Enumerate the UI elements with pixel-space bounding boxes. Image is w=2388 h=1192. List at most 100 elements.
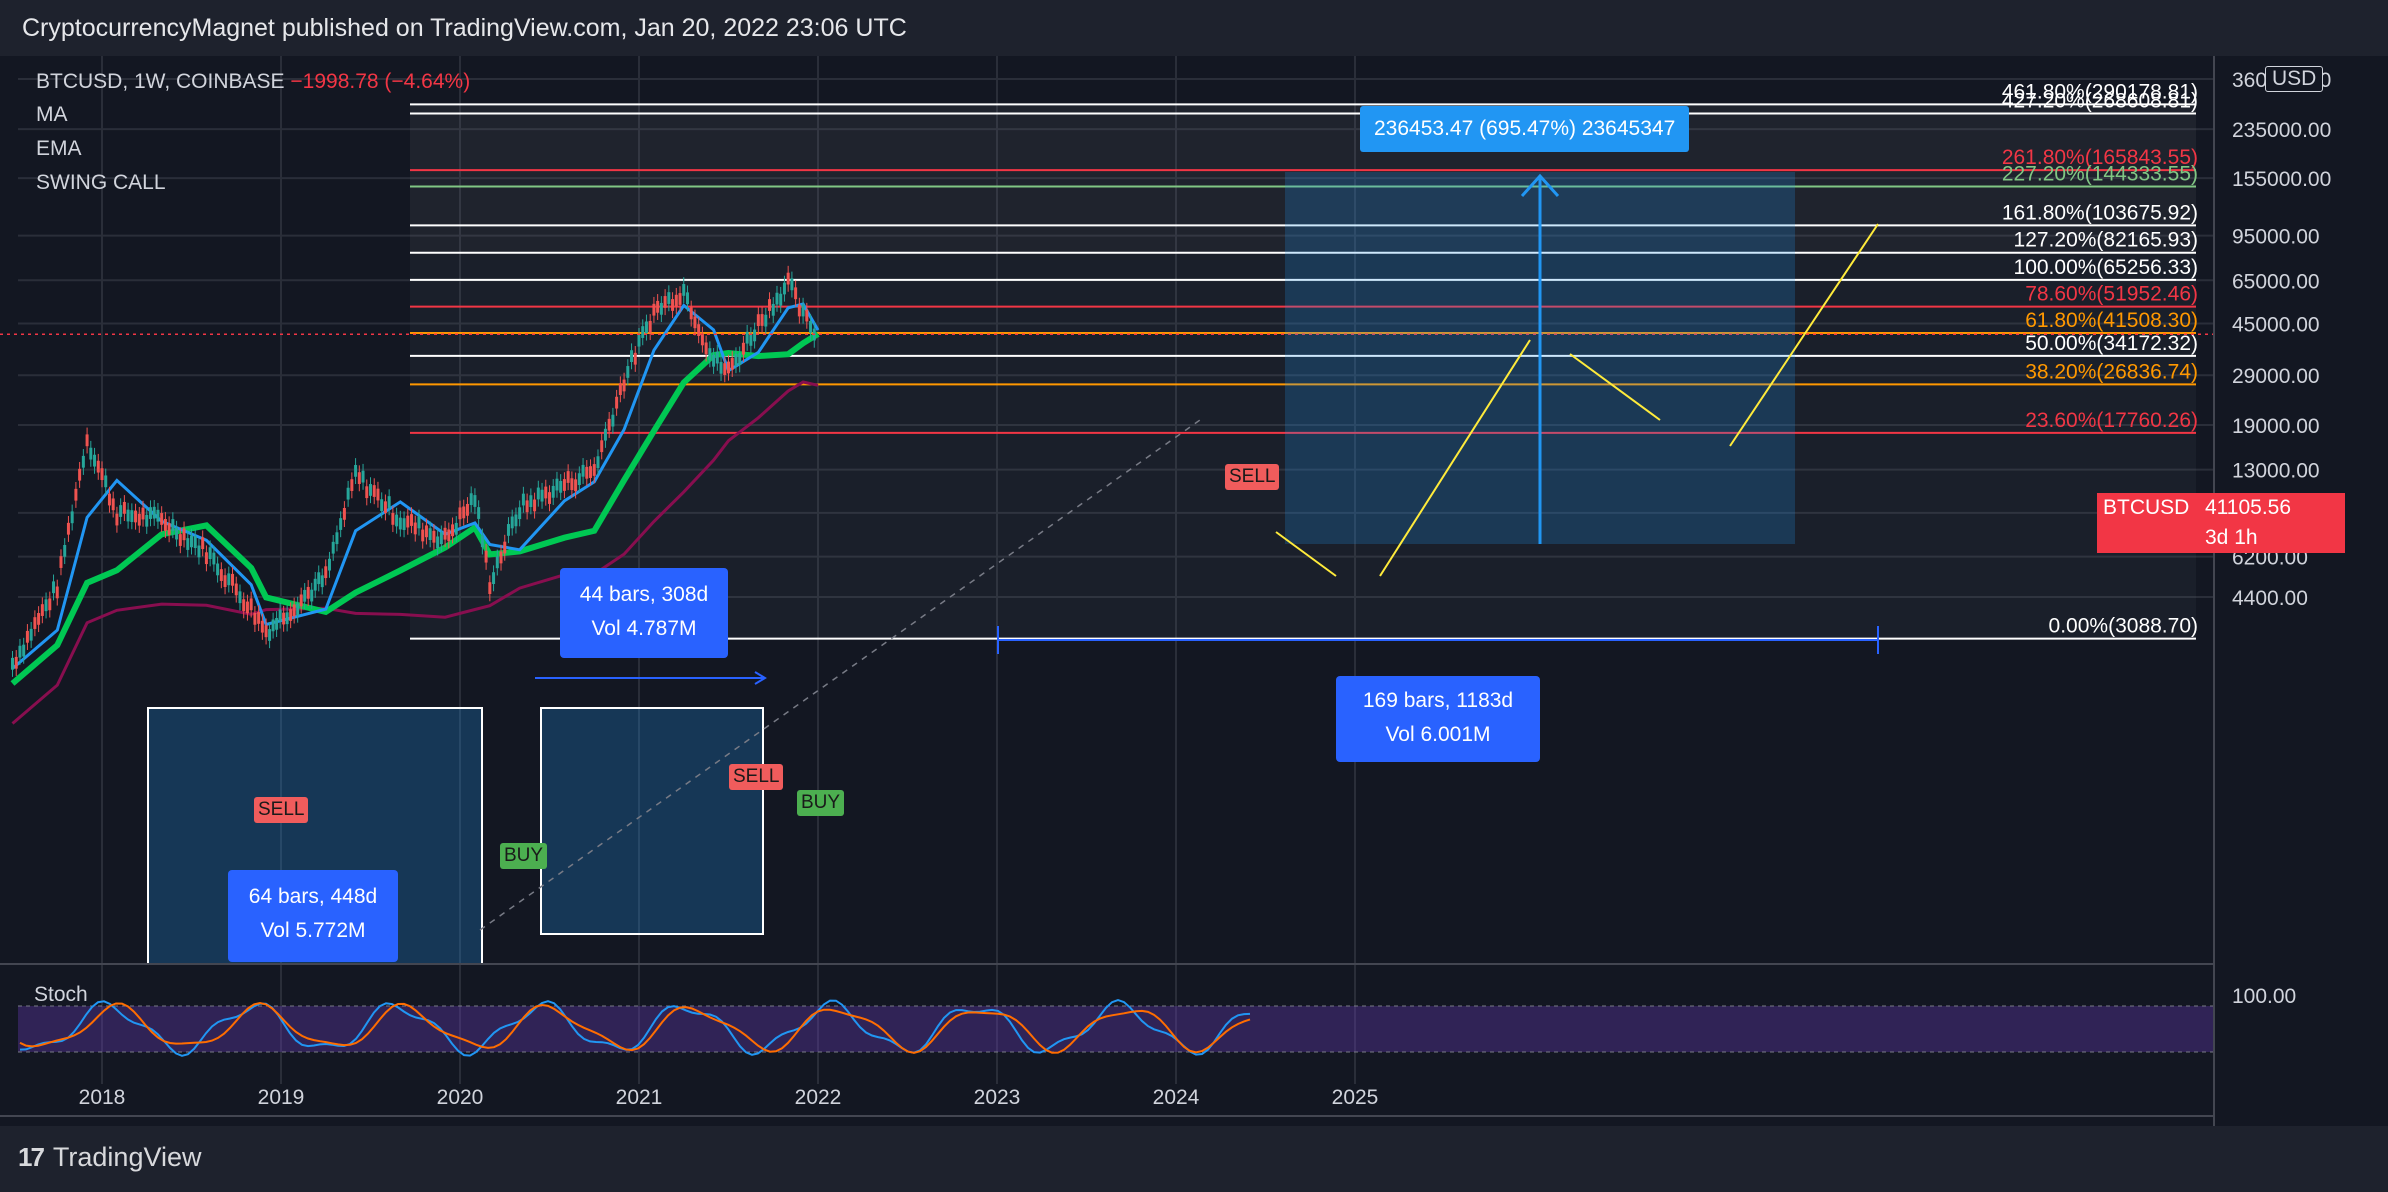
candle-body <box>278 609 282 622</box>
candle-body <box>782 282 786 295</box>
fib-label: 161.80%(103675.92) <box>2002 201 2198 224</box>
candle-body <box>566 471 570 483</box>
candle-body <box>74 488 78 501</box>
candle-body <box>704 342 708 355</box>
candle-body <box>682 284 686 296</box>
price-tick-label: 235000.00 <box>2232 119 2331 142</box>
ticker-tag: BTCUSD <box>2103 496 2190 519</box>
candle-body <box>324 566 328 579</box>
candle-body <box>473 495 477 507</box>
candle-body <box>234 583 238 596</box>
candle-body <box>18 645 22 658</box>
candle-body <box>100 468 104 481</box>
candle-body <box>492 572 496 584</box>
candle-body <box>514 514 518 527</box>
candle-body <box>741 342 745 355</box>
candle-body <box>790 278 794 291</box>
candle-body <box>656 300 660 313</box>
candle-body <box>14 656 18 669</box>
candle-body <box>342 507 346 520</box>
tradingview-mark-icon: 17 <box>18 1142 45 1172</box>
legend-swing-call[interactable]: SWING CALL <box>36 171 166 195</box>
candle-body <box>141 507 145 520</box>
candle-body <box>413 522 417 535</box>
candle-body <box>320 575 324 588</box>
candle-body <box>264 625 268 638</box>
candle-body <box>480 535 484 548</box>
candle-body <box>372 485 376 497</box>
time-tick-label: 2020 <box>437 1086 484 1109</box>
candle-body <box>289 609 293 621</box>
candle-body <box>596 456 600 469</box>
candle-body <box>439 532 443 545</box>
candle-body <box>227 573 231 586</box>
candle-body <box>477 507 481 519</box>
legend-symbol: BTCUSD, 1W, COINBASE −1998.78 (−4.64%) <box>36 70 470 94</box>
candle-body <box>708 348 712 360</box>
candle-body <box>734 354 738 366</box>
fib-band <box>410 113 2196 171</box>
sell-signal: SELL <box>254 797 309 823</box>
stoch-tick-label: 100.00 <box>2232 985 2296 1008</box>
candle-body <box>22 644 26 657</box>
candle-body <box>488 582 492 594</box>
candle-body <box>633 352 637 365</box>
candle-body <box>29 628 33 641</box>
countdown: 3d 1h <box>2205 526 2258 549</box>
candle-body <box>331 541 335 554</box>
candle-body <box>37 613 41 625</box>
price-tick-label: 155000.00 <box>2232 168 2331 191</box>
candle-body <box>469 493 473 506</box>
legend-symbol-text: BTCUSD, 1W, COINBASE <box>36 70 285 93</box>
buy-signal: BUY <box>797 790 845 816</box>
candle-body <box>317 572 321 585</box>
candle-body <box>78 468 82 481</box>
candle-body <box>462 506 466 519</box>
candle-body <box>107 493 111 506</box>
candle-body <box>600 440 604 453</box>
range3-bars: 169 bars, 1183d <box>1362 689 1514 712</box>
currency-selector[interactable]: USD <box>2265 66 2324 92</box>
candle-body <box>555 478 559 491</box>
candle-body <box>506 524 510 536</box>
candle-body <box>809 321 813 333</box>
candle-body <box>66 522 70 535</box>
candle-body <box>417 516 421 529</box>
candle-body <box>299 594 303 607</box>
candle-body <box>730 357 734 370</box>
candle-body <box>626 366 630 378</box>
range3-vol: Vol 6.001M <box>1385 723 1491 746</box>
candle-body <box>715 351 719 364</box>
candle-body <box>249 598 253 611</box>
candle-body <box>33 617 37 629</box>
candle-body <box>335 532 339 545</box>
legend-ma[interactable]: MA <box>36 103 68 127</box>
candle-body <box>260 620 264 633</box>
range2-bars: 44 bars, 308d <box>579 583 709 606</box>
candle-body <box>253 612 257 625</box>
legend-ema[interactable]: EMA <box>36 137 82 161</box>
candle-body <box>197 545 201 558</box>
candle-body <box>618 383 622 395</box>
fib-label: 0.00%(3088.70) <box>2049 615 2198 638</box>
candle-body <box>603 428 607 441</box>
candle-body <box>648 320 652 333</box>
fib-label: 127.20%(82165.93) <box>2014 229 2198 252</box>
footer: 17 TradingView <box>0 1126 2388 1192</box>
candle-body <box>81 455 85 468</box>
candle-body <box>745 331 749 344</box>
candle-body <box>339 518 343 530</box>
candle-body <box>436 536 440 549</box>
candle-body <box>753 329 757 342</box>
candle-body <box>700 333 704 346</box>
tradingview-logo[interactable]: 17 TradingView <box>18 1142 202 1173</box>
candle-body <box>738 353 742 366</box>
candle-body <box>797 304 801 317</box>
candle-body <box>410 514 414 526</box>
candle-body <box>119 505 123 517</box>
chart-area[interactable]: 461.80%(290178.81)427.20%(268608.81)261.… <box>0 56 2388 1126</box>
range1-vol: Vol 5.772M <box>260 919 366 942</box>
candle-body <box>559 480 563 493</box>
candle-body <box>465 503 469 516</box>
candle-body <box>303 589 307 602</box>
